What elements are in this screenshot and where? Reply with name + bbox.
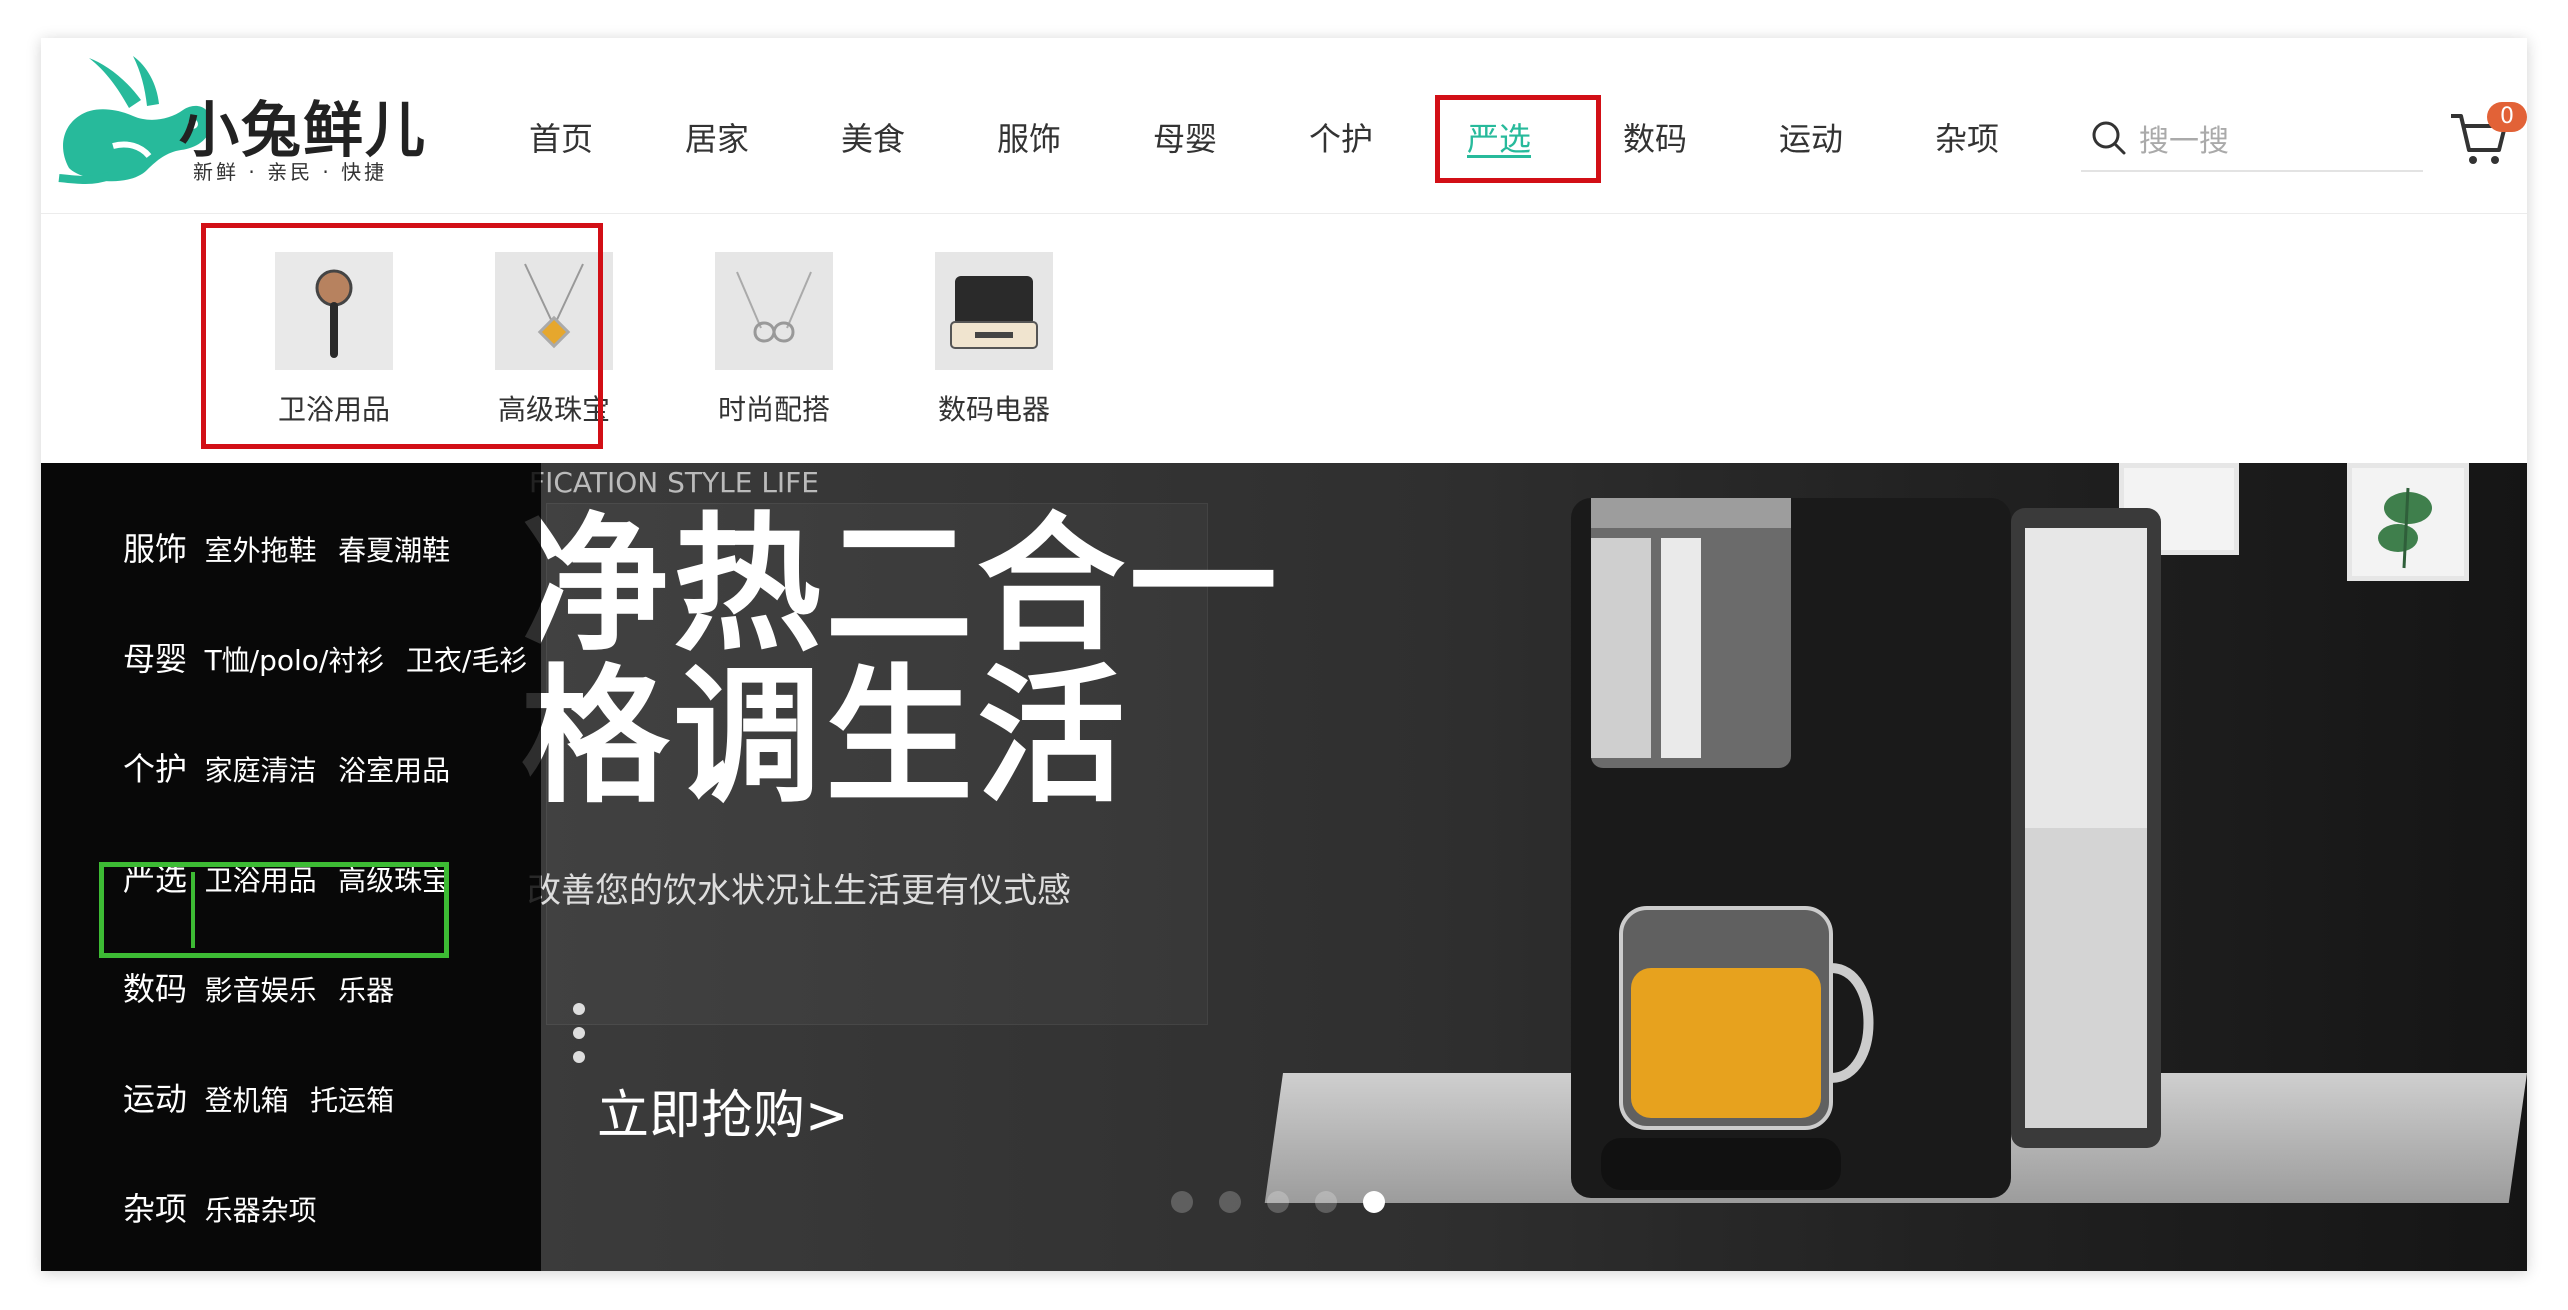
carousel-dot[interactable] [1219,1191,1241,1213]
nav-baby[interactable]: 母婴 [1153,114,1217,160]
category-dropdown: 卫浴用品 高级珠宝 时尚配搭 数码电器 [41,213,2527,464]
category-sub-link[interactable]: 家庭清洁 [205,754,317,787]
dropdown-label-digital: 数码电器 [937,393,1050,426]
cart-count-badge: 0 [2487,102,2527,132]
nav-highlight-box [1435,95,1601,183]
category-name: 服饰 [123,530,188,568]
category-sub-link[interactable]: T恤/polo/衬衫 [205,644,385,677]
nav-apparel[interactable]: 服饰 [997,114,1061,160]
text-cursor [191,872,195,948]
nav-misc[interactable]: 杂项 [1935,114,1999,160]
category-sub-link[interactable]: 乐器 [338,974,394,1007]
banner-headline-2: 格调生活 [521,651,1129,823]
logo-slogan: 新鲜 · 亲民 · 快捷 [193,160,388,184]
carousel-dot-active[interactable] [1363,1191,1385,1213]
nav-food[interactable]: 美食 [841,114,905,160]
buy-now-button[interactable]: 立即抢购> [597,1073,849,1148]
wall-frame-right [2347,463,2469,581]
category-sub-link[interactable]: 浴室用品 [338,754,450,787]
category-sub-link[interactable]: 影音娱乐 [205,974,317,1007]
category-sub-link[interactable]: 卫衣/毛衫 [406,644,527,677]
sidebar-category-personal-care[interactable]: 个护 家庭清洁 浴室用品 [123,744,462,790]
digital-appliance-thumbnail [935,252,1053,370]
category-sub-link[interactable]: 春夏潮鞋 [338,534,450,567]
category-sub-link[interactable]: 托运箱 [310,1084,394,1117]
dropdown-highlight-box [201,223,603,449]
browser-page: 小兔鲜儿 新鲜 · 亲民 · 快捷 首页 居家 美食 服饰 母婴 个护 严选 数… [41,38,2527,1271]
search-bar [2081,108,2423,172]
category-name: 杂项 [123,1190,188,1228]
vertical-dots-icon [573,1003,587,1075]
sidebar-category-sports[interactable]: 运动 登机箱 托运箱 [123,1074,406,1120]
carousel-dot[interactable] [1171,1191,1193,1213]
category-name: 个护 [123,750,188,788]
banner-description: 改善您的饮水状况让生活更有仪式感 [527,871,1071,911]
category-name: 运动 [123,1080,188,1118]
dropdown-item-fashion[interactable]: 时尚配搭 [694,252,854,428]
sidebar-highlight-box [99,862,449,958]
category-name: 母婴 [123,640,188,678]
category-sub-link[interactable]: 乐器杂项 [205,1194,317,1227]
dropdown-item-digital[interactable]: 数码电器 [914,252,1074,428]
sidebar-category-digital[interactable]: 数码 影音娱乐 乐器 [123,964,406,1010]
nav-personal-care[interactable]: 个护 [1309,114,1373,160]
category-name: 数码 [123,970,188,1008]
fashion-accessory-thumbnail [715,252,833,370]
sidebar-category-baby[interactable]: 母婴 T恤/polo/衬衫 卫衣/毛衫 [123,634,539,680]
nav-home[interactable]: 首页 [529,114,593,160]
water-dispenser-image [1571,498,2161,1198]
nav-home-living[interactable]: 居家 [685,114,749,160]
sidebar-category-misc[interactable]: 杂项 乐器杂项 [123,1184,329,1230]
banner-headline-1: 净热二合一 [521,499,1281,671]
dropdown-label-fashion: 时尚配搭 [717,393,830,426]
site-header: 小兔鲜儿 新鲜 · 亲民 · 快捷 首页 居家 美食 服饰 母婴 个护 严选 数… [41,38,2527,211]
category-sub-link[interactable]: 室外拖鞋 [205,534,317,567]
nav-sports[interactable]: 运动 [1779,114,1843,160]
carousel-dot[interactable] [1315,1191,1337,1213]
search-input[interactable] [2137,120,2411,162]
search-icon[interactable] [2091,120,2127,156]
sidebar-category-apparel[interactable]: 服饰 室外拖鞋 春夏潮鞋 [123,524,462,570]
nav-digital[interactable]: 数码 [1623,114,1687,160]
carousel-dot[interactable] [1267,1191,1289,1213]
leaf-icon [2378,487,2432,569]
category-sub-link[interactable]: 登机箱 [205,1084,289,1117]
banner-subtitle: FICATION STYLE LIFE [529,466,819,499]
